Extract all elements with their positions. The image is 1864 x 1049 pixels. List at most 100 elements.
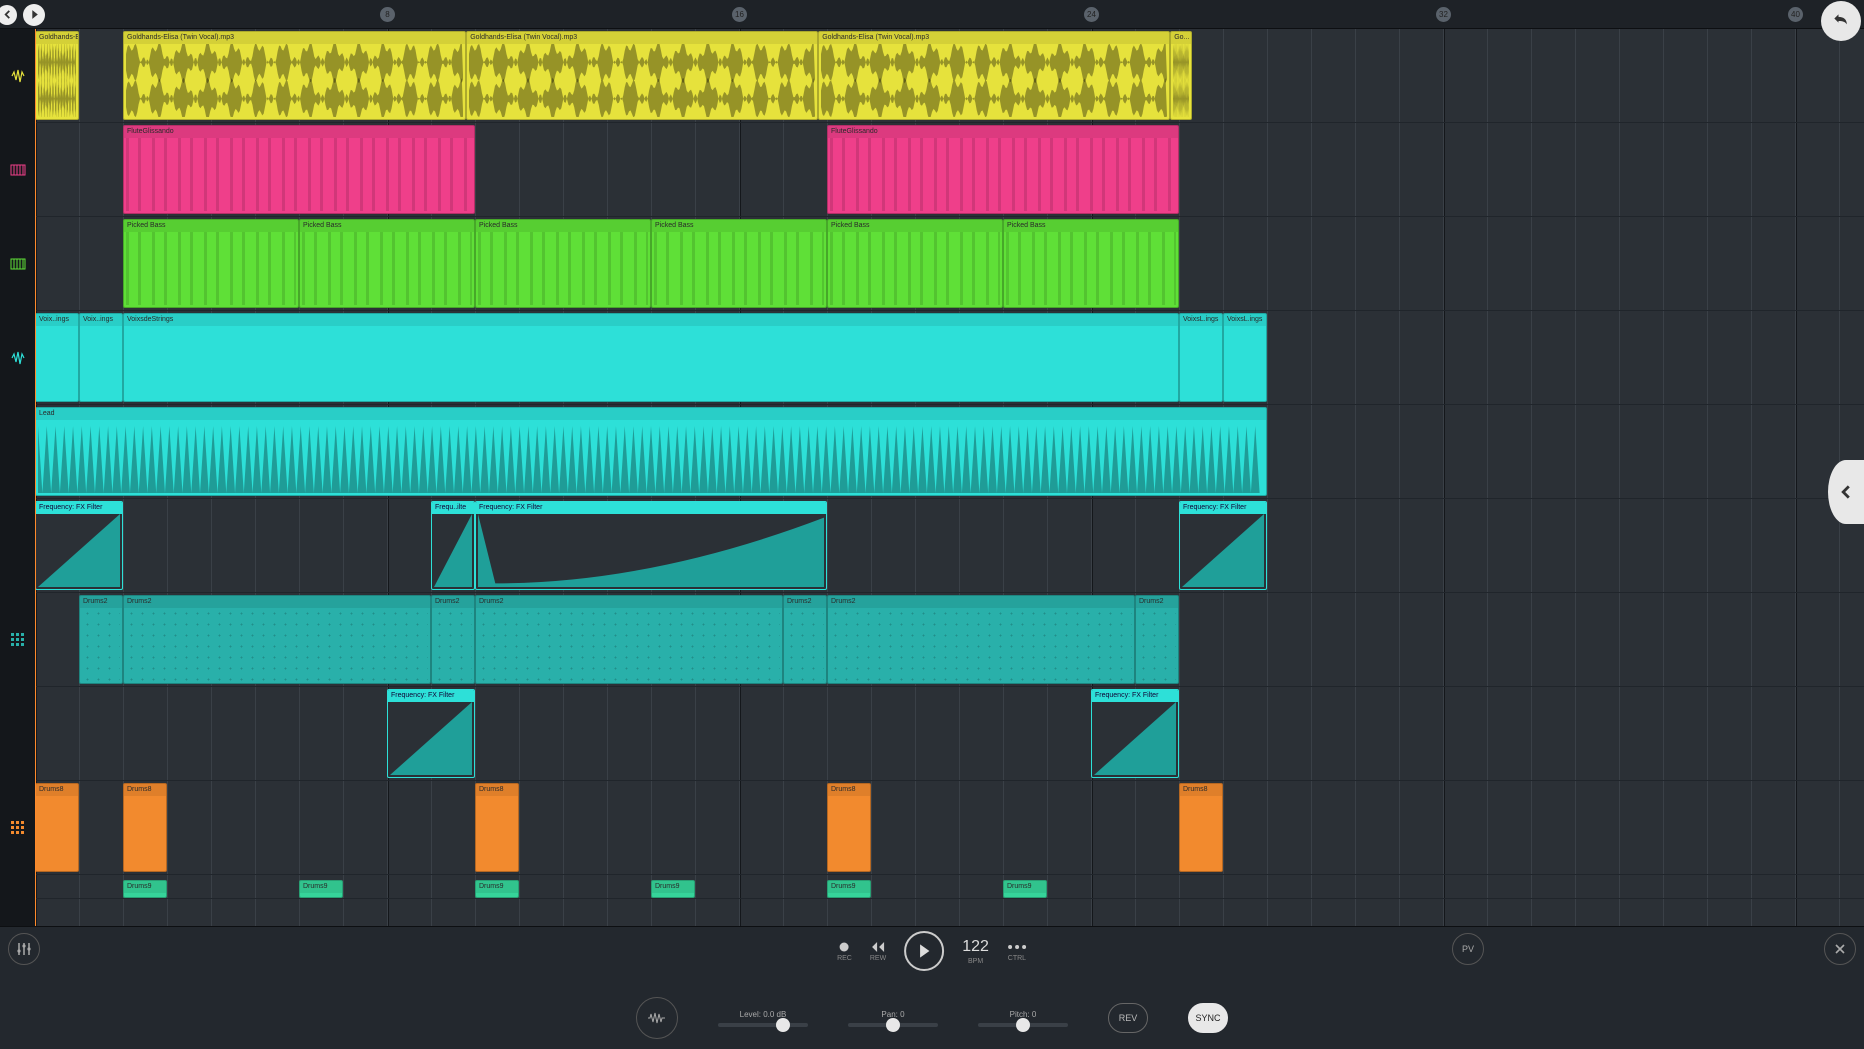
clip-body — [830, 232, 1000, 305]
level-slider[interactable]: Level: 0.0 dB — [718, 1010, 808, 1027]
clip[interactable]: Picked Bass — [1003, 219, 1179, 308]
clip[interactable]: Frequ..ilte — [431, 501, 475, 590]
timeline-marker[interactable]: 32 — [1436, 7, 1451, 22]
track-header-filter1[interactable] — [0, 499, 35, 593]
clip[interactable]: Drums9 — [1003, 880, 1047, 898]
reverse-toggle[interactable]: REV — [1108, 1003, 1148, 1033]
clip-body — [38, 796, 76, 869]
clip[interactable]: VoixsL.ings — [1223, 313, 1267, 402]
clip[interactable]: FluteGlissando — [123, 125, 475, 214]
undo-button[interactable] — [1821, 1, 1861, 41]
clip[interactable]: Voix..ings — [79, 313, 123, 402]
clip-label: Drums8 — [36, 784, 78, 796]
timeline-marker[interactable]: 24 — [1084, 7, 1099, 22]
clip[interactable]: Frequency: FX Filter — [35, 501, 123, 590]
clip[interactable]: Lead — [35, 407, 1267, 496]
level-thumb[interactable] — [776, 1018, 790, 1032]
clip[interactable]: Drums9 — [123, 880, 167, 898]
clip-label: VoixsL.ings — [1224, 314, 1266, 326]
clip-label: Picked Bass — [300, 220, 474, 232]
sync-toggle[interactable]: SYNC — [1188, 1003, 1228, 1033]
clip[interactable]: Frequency: FX Filter — [387, 689, 475, 778]
expand-panel-button[interactable] — [1828, 460, 1864, 524]
clip[interactable]: Goldhands-Elisa-...].mp3 — [35, 31, 79, 120]
clip[interactable]: Voix..ings — [35, 313, 79, 402]
rewind-button[interactable]: REW — [870, 941, 886, 962]
clip-label: Drums8 — [476, 784, 518, 796]
clip[interactable]: Drums8 — [827, 783, 871, 872]
clip[interactable]: Go... — [1170, 31, 1192, 120]
more-button[interactable]: CTRL — [1007, 941, 1027, 962]
clip[interactable]: Frequency: FX Filter — [475, 501, 827, 590]
timeline-marker[interactable]: 16 — [732, 7, 747, 22]
clip-label: Picked Bass — [1004, 220, 1178, 232]
clip[interactable]: Drums9 — [299, 880, 343, 898]
clip[interactable]: Drums2 — [431, 595, 475, 684]
clip-label: Drums2 — [828, 596, 1134, 608]
transport-controls: REC REW 122 BPM CTRL — [837, 931, 1027, 971]
clip[interactable]: Goldhands-Elisa (Twin Vocal).mp3 — [818, 31, 1170, 120]
track-header-bass[interactable] — [0, 217, 35, 311]
clip[interactable]: Drums2 — [827, 595, 1135, 684]
clip[interactable]: Drums2 — [475, 595, 783, 684]
playhead[interactable] — [35, 29, 36, 926]
waveform-button[interactable] — [636, 997, 678, 1039]
pitch-thumb[interactable] — [1016, 1018, 1030, 1032]
track-header-flute[interactable] — [0, 123, 35, 217]
clip[interactable]: Drums9 — [827, 880, 871, 898]
clip[interactable]: Picked Bass — [827, 219, 1003, 308]
pan-slider[interactable]: Pan: 0 — [848, 1010, 938, 1027]
clip[interactable]: Drums2 — [123, 595, 431, 684]
timeline-marker[interactable]: 8 — [380, 7, 395, 22]
track-header-drums[interactable] — [0, 593, 35, 687]
arrangement-grid[interactable]: Goldhands-Elisa-...].mp3 Goldhands-Elisa … — [35, 29, 1864, 926]
tempo-value: 122 — [962, 938, 989, 956]
rewind-label: REW — [870, 955, 886, 962]
clip-label: Lead — [36, 408, 1266, 420]
clip-label: Drums2 — [432, 596, 474, 608]
clip[interactable]: Frequency: FX Filter — [1179, 501, 1267, 590]
clip[interactable]: Drums8 — [123, 783, 167, 872]
clip-label: Picked Bass — [124, 220, 298, 232]
play-from-start-button[interactable] — [23, 4, 45, 26]
clip[interactable]: VoixsdeStrings — [123, 313, 1179, 402]
clip[interactable]: Drums2 — [1135, 595, 1179, 684]
close-button[interactable] — [1824, 933, 1856, 965]
clip[interactable]: Goldhands-Elisa (Twin Vocal).mp3 — [466, 31, 818, 120]
track-header-filter2[interactable] — [0, 687, 35, 781]
clip[interactable]: Drums9 — [651, 880, 695, 898]
clip[interactable]: Drums8 — [35, 783, 79, 872]
play-button[interactable] — [904, 931, 944, 971]
clip[interactable]: FluteGlissando — [827, 125, 1179, 214]
clip[interactable]: Drums2 — [783, 595, 827, 684]
clip[interactable]: Picked Bass — [123, 219, 299, 308]
back-button[interactable] — [0, 5, 17, 25]
pitch-slider[interactable]: Pitch: 0 — [978, 1010, 1068, 1027]
clip[interactable]: Drums9 — [475, 880, 519, 898]
timeline-marker[interactable]: 40 — [1788, 7, 1803, 22]
clip[interactable]: Drums8 — [1179, 783, 1223, 872]
clip[interactable]: Picked Bass — [651, 219, 827, 308]
clip[interactable]: Picked Bass — [299, 219, 475, 308]
clip-body — [1173, 44, 1189, 117]
track-header-lead[interactable] — [0, 405, 35, 499]
pv-button[interactable]: PV — [1452, 933, 1484, 965]
clip[interactable]: Frequency: FX Filter — [1091, 689, 1179, 778]
mixer-button[interactable] — [8, 933, 40, 965]
track-header-drumfill[interactable] — [0, 781, 35, 875]
tempo-display[interactable]: 122 BPM — [962, 938, 989, 965]
timeline-ruler[interactable]: 8 16 24 32 40 — [0, 0, 1864, 29]
track-header-strings[interactable] — [0, 311, 35, 405]
clip[interactable]: Drums2 — [79, 595, 123, 684]
clip-body — [1006, 232, 1176, 305]
track-header-vocal[interactable] — [0, 29, 35, 123]
clip[interactable]: Drums8 — [475, 783, 519, 872]
pan-thumb[interactable] — [886, 1018, 900, 1032]
track-header-perc[interactable] — [0, 875, 35, 899]
clip[interactable]: VoixsL.ings — [1179, 313, 1223, 402]
clip[interactable]: Picked Bass — [475, 219, 651, 308]
record-button[interactable]: REC — [837, 941, 852, 962]
clip-body — [821, 44, 1167, 117]
clip[interactable]: Goldhands-Elisa (Twin Vocal).mp3 — [123, 31, 466, 120]
clip-params: Level: 0.0 dB Pan: 0 Pitch: 0 REV SYNC — [636, 997, 1228, 1039]
